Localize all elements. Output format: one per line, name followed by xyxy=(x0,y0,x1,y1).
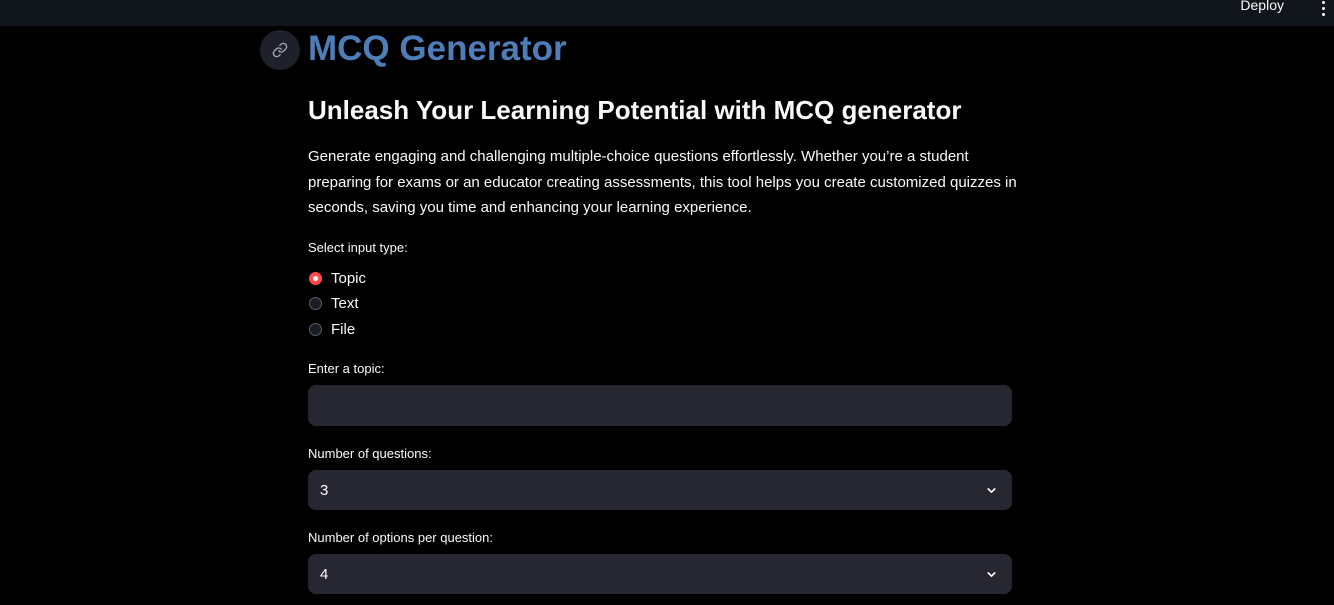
page-title: MCQ Generator xyxy=(308,29,567,68)
radio-option-file[interactable]: File xyxy=(309,319,355,339)
input-type-label: Select input type: xyxy=(308,240,408,255)
deploy-button[interactable]: Deploy xyxy=(1240,0,1284,13)
radio-option-topic[interactable]: Topic xyxy=(309,268,366,288)
radio-unselected-icon[interactable] xyxy=(309,322,322,336)
link-icon[interactable] xyxy=(260,30,300,70)
page-description: Generate engaging and challenging multip… xyxy=(308,148,1017,217)
radio-option-label: Text xyxy=(331,294,359,312)
radio-option-label: File xyxy=(331,320,356,338)
topic-label: Enter a topic: xyxy=(308,361,385,376)
num-questions-select[interactable]: 3 xyxy=(308,470,1012,510)
num-options-select[interactable]: 4 xyxy=(308,554,1012,594)
radio-option-text[interactable]: Text xyxy=(309,293,359,313)
radio-selected-icon[interactable] xyxy=(309,271,322,285)
top-toolbar: Deploy xyxy=(0,0,1334,26)
num-questions-label: Number of questions: xyxy=(308,446,432,461)
topic-input[interactable] xyxy=(308,385,1012,426)
more-vertical-icon[interactable] xyxy=(1316,0,1330,17)
page-subtitle: Unleash Your Learning Potential with MCQ… xyxy=(308,95,962,125)
num-options-value: 4 xyxy=(320,565,329,583)
radio-option-label: Topic xyxy=(331,269,367,287)
chevron-down-icon xyxy=(984,483,998,497)
num-options-label: Number of options per question: xyxy=(308,530,493,545)
chevron-down-icon xyxy=(984,567,998,581)
radio-unselected-icon[interactable] xyxy=(309,296,322,310)
num-questions-value: 3 xyxy=(320,481,329,499)
